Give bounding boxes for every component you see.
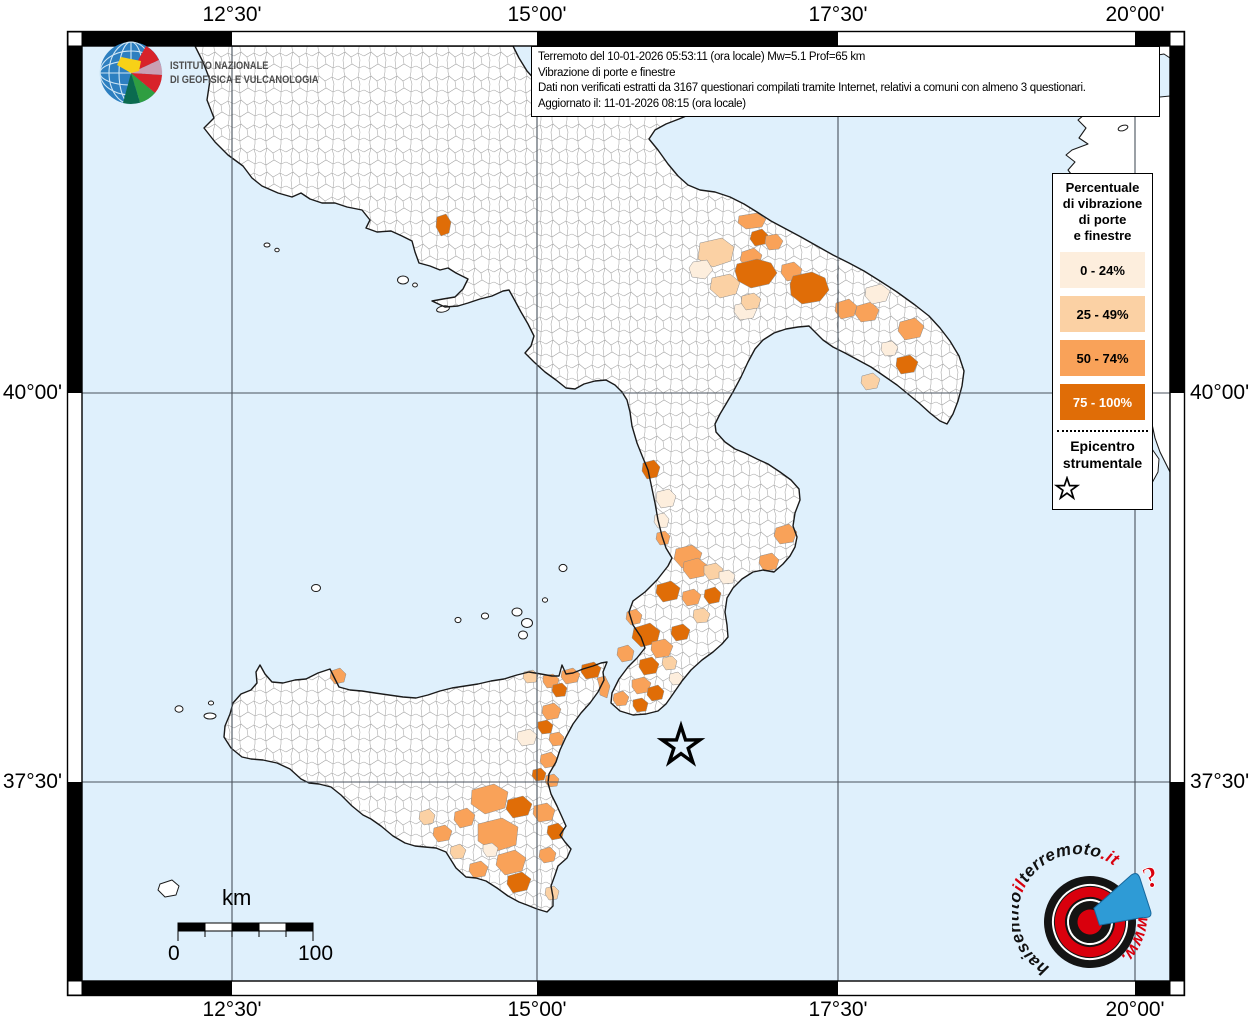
- legend-title-line: e finestre: [1053, 228, 1152, 244]
- legend-class-0-24: 0 - 24%: [1060, 252, 1145, 288]
- event-data-note: Dati non verificati estratti da 3167 que…: [538, 81, 1153, 97]
- event-title: Terremoto del 10-01-2026 05:53:11 (ora l…: [538, 50, 1153, 66]
- lat-label-left-2: 37°30': [0, 770, 62, 794]
- map-page: 12°30' 15°00' 17°30' 20°00' 12°30' 15°00…: [0, 0, 1254, 1024]
- map-canvas: [82, 46, 1170, 981]
- legend-epicenter-label: strumentale: [1053, 455, 1152, 472]
- lat-label-right-1: 40°00': [1190, 381, 1249, 405]
- event-info-box: Terremoto del 10-01-2026 05:53:11 (ora l…: [531, 46, 1160, 117]
- legend-class-50-74: 50 - 74%: [1060, 340, 1145, 376]
- lon-label-top-1: 12°30': [202, 3, 261, 27]
- lat-label-left-1: 40°00': [0, 381, 62, 405]
- legend-epicenter-label: Epicentro: [1053, 438, 1152, 455]
- lon-label-bottom-3: 17°30': [808, 998, 867, 1022]
- legend-box: Percentuale di vibrazione di porte e fin…: [1052, 173, 1153, 510]
- scale-unit-label: km: [222, 885, 251, 911]
- scale-min-label: 0: [168, 942, 180, 966]
- legend-class-25-49: 25 - 49%: [1060, 296, 1145, 332]
- lon-label-top-3: 17°30': [808, 3, 867, 27]
- event-updated: Aggiornato il: 11-01-2026 08:15 (ora loc…: [538, 97, 1153, 113]
- ingv-logo: ISTITUTO NAZIONALE DI GEOFISICA E VULCAN…: [98, 40, 347, 106]
- ingv-name-line1: ISTITUTO NAZIONALE: [170, 59, 319, 73]
- lon-label-top-2: 15°00': [507, 3, 566, 27]
- lat-label-right-2: 37°30': [1190, 770, 1249, 794]
- scale-max-label: 100: [298, 942, 333, 966]
- legend-class-75-100: 75 - 100%: [1060, 384, 1145, 420]
- haisentito-logo: ? haisentitoilterremoto.itwww.: [1012, 842, 1182, 1002]
- ingv-globe-icon: [98, 40, 164, 106]
- legend-title-line: di vibrazione: [1053, 196, 1152, 212]
- legend-title-line: di porte: [1053, 212, 1152, 228]
- legend-divider: [1057, 430, 1148, 432]
- ingv-name-line2: DI GEOFISICA E VULCANOLOGIA: [170, 73, 319, 87]
- event-subtitle: Vibrazione di porte e finestre: [538, 66, 1153, 82]
- lon-label-top-4: 20°00': [1105, 3, 1164, 27]
- lon-label-bottom-1: 12°30': [202, 998, 261, 1022]
- legend-star-icon: [1053, 476, 1081, 503]
- lon-label-bottom-2: 15°00': [507, 998, 566, 1022]
- legend-title-line: Percentuale: [1053, 180, 1152, 196]
